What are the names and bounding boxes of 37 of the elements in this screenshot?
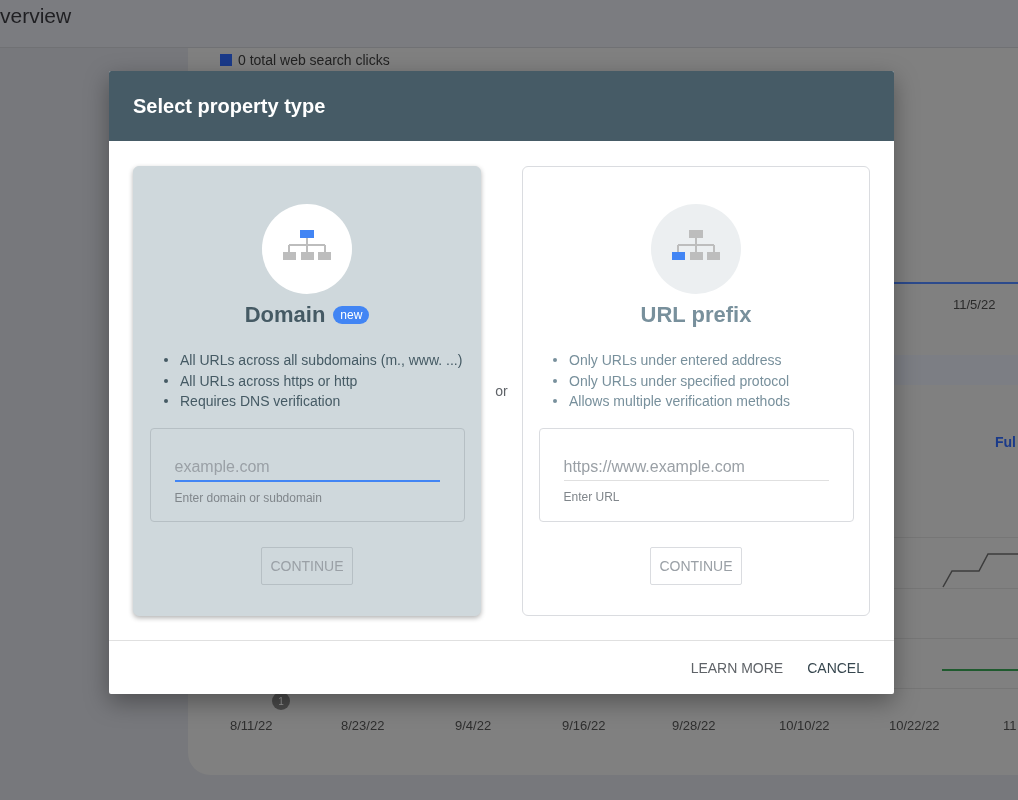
legend-swatch-icon [220, 54, 232, 66]
feature-item: All URLs across https or http [180, 371, 358, 391]
cancel-button[interactable]: CANCEL [797, 651, 874, 684]
bullet-icon [553, 378, 557, 383]
bullet-icon [553, 399, 557, 404]
text-field[interactable]: https://www.example.com Enter URL [538, 427, 854, 522]
bullet-icon [164, 399, 168, 404]
axis-label: 10/10/22 [779, 718, 830, 733]
bullet-icon [553, 358, 557, 363]
feature-item: Requires DNS verification [180, 392, 341, 411]
dialog-title: Select property type [133, 94, 326, 118]
option-title: URL prefix [640, 302, 752, 328]
text-field[interactable]: example.com Enter domain or subdomain [149, 427, 465, 522]
feature-item: Only URLs under entered address [569, 351, 782, 370]
axis-label: 10/22/22 [889, 718, 940, 733]
separator-label: or [494, 383, 509, 399]
helper-text: Enter domain or subdomain [174, 490, 323, 505]
feature-item: All URLs across all subdomains (m., www. ...) [180, 351, 463, 370]
helper-text: Enter URL [563, 489, 621, 504]
legend-label: 0 total web search clicks [238, 52, 390, 68]
link[interactable]: Ful [995, 434, 1016, 450]
bullet-icon [164, 378, 168, 383]
new-badge: new [333, 306, 370, 324]
axis-label: 11 [1003, 718, 1017, 733]
axis-label: 9/16/22 [562, 718, 606, 733]
feature-item: Only URLs under specified protocol [569, 371, 790, 391]
page-title: verview [0, 4, 72, 28]
axis-label: 11/5/22 [953, 297, 996, 312]
option-title: Domain [244, 302, 326, 328]
axis-label: 8/11/22 [230, 718, 273, 733]
axis-label: 9/28/22 [672, 718, 716, 733]
learn-more-button[interactable]: LEARN MORE [680, 651, 794, 684]
bullet-icon [164, 358, 168, 363]
axis-label: 8/23/22 [341, 718, 385, 733]
input-field[interactable]: example.com [174, 452, 440, 482]
feature-item: Allows multiple verification methods [569, 392, 790, 411]
axis-label: 9/4/22 [455, 718, 492, 733]
